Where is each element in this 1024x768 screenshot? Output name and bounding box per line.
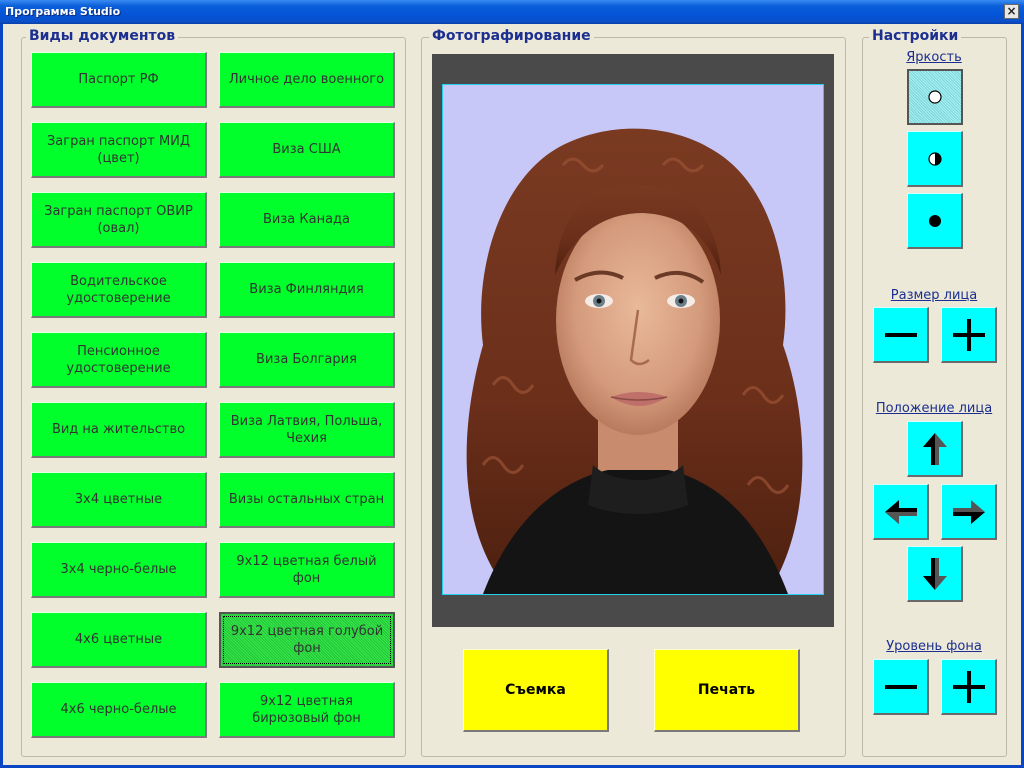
arrow-right-icon [952,499,985,524]
doc-button-visa-latvia-poland-czech[interactable]: Виза Латвия, Польша, Чехия [219,402,395,458]
face-size-plus-button[interactable] [941,307,997,363]
close-button[interactable]: × [1004,4,1019,19]
move-right-button[interactable] [941,484,997,540]
doc-button-visa-usa[interactable]: Виза США [219,122,395,178]
doc-button-visa-other-countries[interactable]: Визы остальных стран [219,472,395,528]
brightness-medium-button[interactable] [907,131,963,187]
arrow-up-icon [922,432,947,465]
doc-button-4x6-bw[interactable]: 4х6 черно-белые [31,682,207,738]
doc-button-3x4-bw[interactable]: 3х4 черно-белые [31,542,207,598]
settings-label: Настройки [869,28,962,44]
title-bar: Программа Studio × [0,0,1024,24]
face-size-minus-button[interactable] [873,307,929,363]
doc-button-visa-finland[interactable]: Виза Финляндия [219,262,395,318]
plus-icon [952,670,985,703]
arrow-left-icon [884,499,917,524]
photo-preview [442,84,824,595]
arrow-down-icon [922,557,947,590]
move-up-button[interactable] [907,421,963,477]
print-button[interactable]: Печать [654,649,800,732]
background-level-plus-button[interactable] [941,659,997,715]
doc-button-pension-certificate[interactable]: Пенсионное удостоверение [31,332,207,388]
brightness-label: Яркость [906,50,962,65]
brightness-medium-icon [927,151,942,166]
doc-button-9x12-blue-bg[interactable]: 9х12 цветная голубой фон [219,612,395,668]
doc-button-9x12-white-bg[interactable]: 9х12 цветная белый фон [219,542,395,598]
photography-label: Фотографирование [429,28,594,44]
face-size-label: Размер лица [890,288,978,303]
doc-button-foreign-passport-mid[interactable]: Загран паспорт МИД (цвет) [31,122,207,178]
minus-icon [884,332,917,337]
window-frame-left [0,24,3,768]
doc-button-4x6-color[interactable]: 4х6 цветные [31,612,207,668]
doc-button-driver-license[interactable]: Водительское удостоверение [31,262,207,318]
shoot-button[interactable]: Съемка [463,649,609,732]
brightness-high-icon [928,90,942,104]
minus-icon [884,684,917,689]
doc-button-visa-bulgaria[interactable]: Виза Болгария [219,332,395,388]
doc-button-9x12-turquoise-bg[interactable]: 9х12 цветная бирюзовый фон [219,682,395,738]
doc-button-3x4-color[interactable]: 3х4 цветные [31,472,207,528]
face-position-label: Положение лица [875,401,993,416]
doc-button-foreign-passport-ovir[interactable]: Загран паспорт ОВИР (овал) [31,192,207,248]
background-level-label: Уровень фона [886,639,982,654]
document-types-label: Виды документов [26,28,179,44]
brightness-high-button[interactable] [907,69,963,125]
plus-icon [952,318,985,351]
doc-button-passport-rf[interactable]: Паспорт РФ [31,52,207,108]
doc-button-visa-canada[interactable]: Виза Канада [219,192,395,248]
doc-button-military-file[interactable]: Личное дело военного [219,52,395,108]
doc-button-residence-permit[interactable]: Вид на жительство [31,402,207,458]
window-title: Программа Studio [5,5,121,18]
portrait-photo [466,128,803,594]
move-down-button[interactable] [907,546,963,602]
brightness-low-icon [928,214,941,227]
background-level-minus-button[interactable] [873,659,929,715]
brightness-low-button[interactable] [907,193,963,249]
move-left-button[interactable] [873,484,929,540]
